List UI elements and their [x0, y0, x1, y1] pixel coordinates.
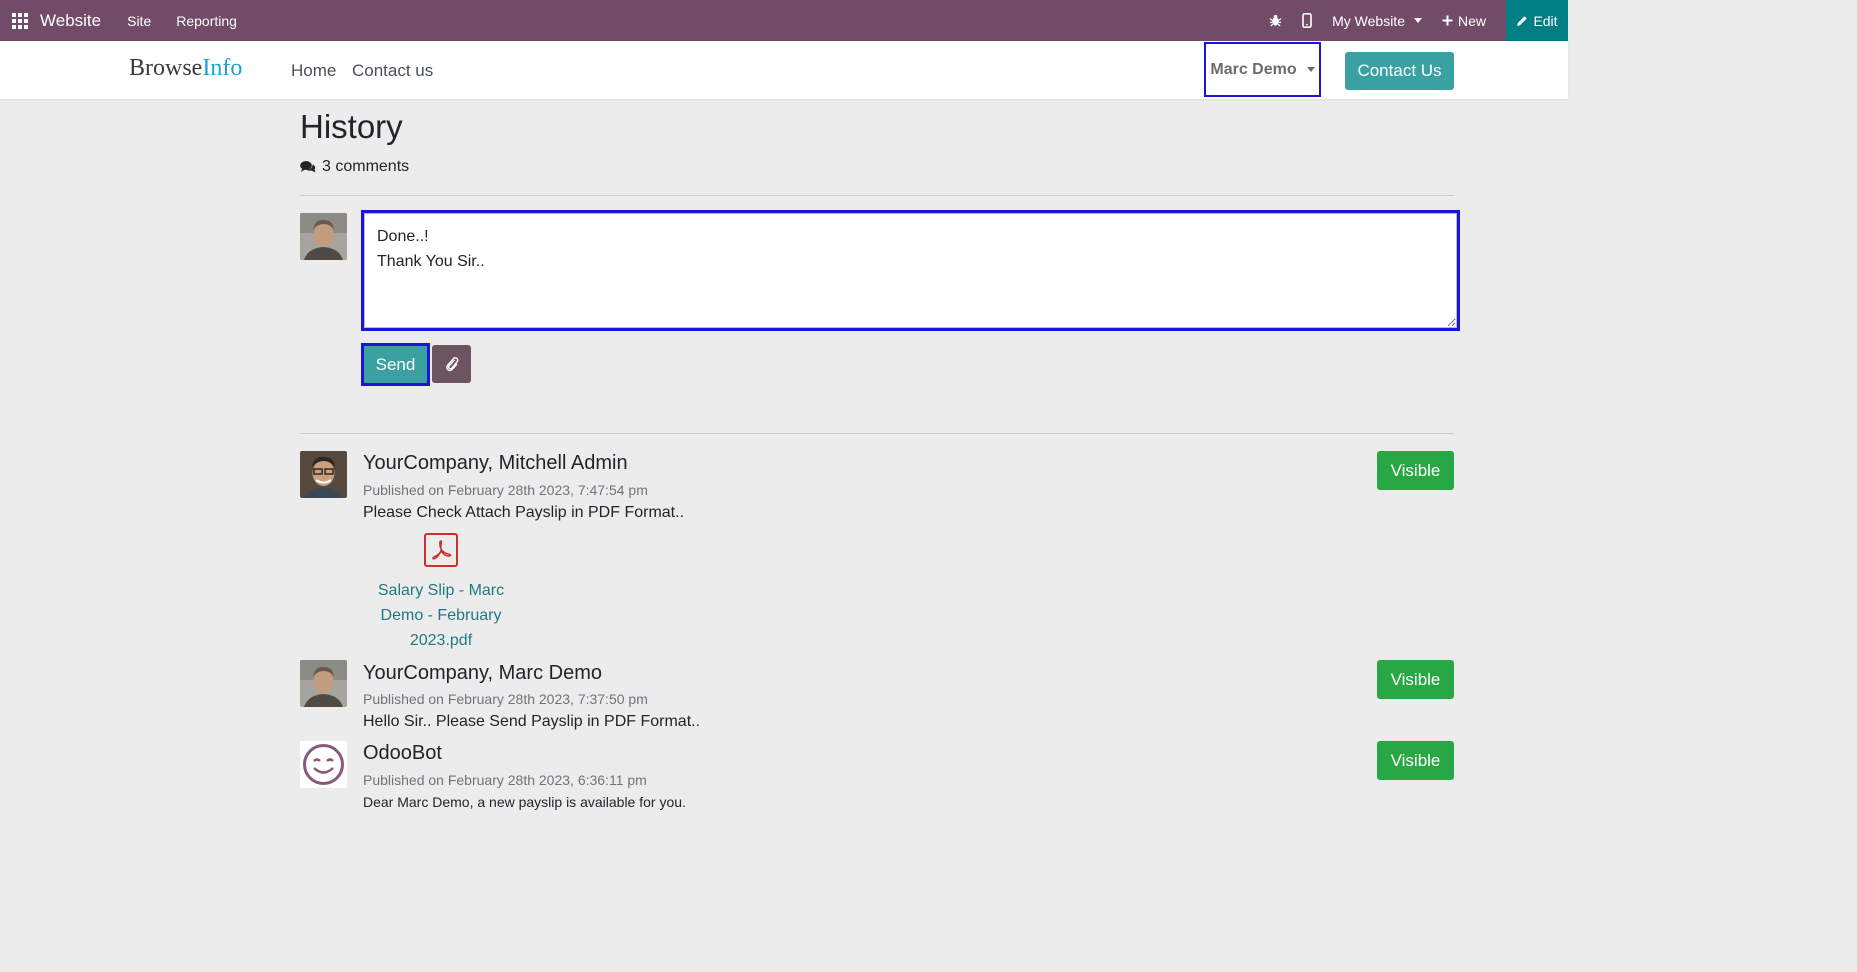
new-button[interactable]: New	[1442, 13, 1486, 29]
app-name[interactable]: Website	[40, 11, 101, 31]
paperclip-icon	[445, 357, 458, 372]
plus-icon	[1442, 15, 1453, 26]
site-logo[interactable]: BrowseInfo	[129, 55, 242, 82]
user-avatar-icon	[300, 660, 347, 707]
message-date: Published on February 28th 2023, 6:36:11…	[363, 772, 647, 788]
message-body: Please Check Attach Payslip in PDF Forma…	[363, 504, 685, 521]
site-header: BrowseInfo Home Contact us Marc Demo Con…	[0, 41, 1568, 99]
logo-text-main: Browse	[129, 55, 203, 81]
pencil-icon	[1517, 15, 1528, 26]
divider	[300, 195, 1454, 196]
visibility-button[interactable]: Visible	[1377, 451, 1454, 490]
avatar	[300, 451, 347, 498]
message-author: OdooBot	[363, 742, 442, 764]
mobile-preview-button[interactable]	[1302, 13, 1312, 28]
avatar	[300, 741, 347, 788]
user-menu-dropdown[interactable]: Marc Demo	[1204, 42, 1321, 97]
apps-menu-button[interactable]	[0, 12, 40, 29]
message-date: Published on February 28th 2023, 7:37:50…	[363, 691, 648, 707]
divider	[300, 433, 1454, 434]
new-label: New	[1457, 12, 1486, 29]
user-name: Marc Demo	[1210, 60, 1297, 78]
logo-text-accent: Info	[202, 55, 243, 81]
message-date: Published on February 28th 2023, 7:47:54…	[363, 482, 648, 498]
comments-icon	[300, 161, 316, 173]
menu-reporting[interactable]: Reporting	[176, 13, 237, 29]
website-selector[interactable]: My Website	[1332, 13, 1422, 29]
menu-site[interactable]: Site	[127, 13, 151, 29]
avatar	[300, 213, 347, 260]
pdf-glyph-icon	[432, 540, 452, 560]
visibility-button[interactable]: Visible	[1377, 660, 1454, 699]
apps-grid-icon	[12, 12, 28, 29]
message-author: YourCompany, Marc Demo	[363, 662, 602, 684]
avatar	[300, 660, 347, 707]
mobile-icon	[1302, 13, 1312, 28]
admin-navbar: Website Site Reporting My Website New Ed…	[0, 0, 1568, 41]
comment-composer: Done..! Thank You Sir..	[361, 210, 1460, 331]
attach-file-button[interactable]	[432, 345, 471, 383]
comments-count: 3 comments	[300, 158, 409, 176]
pdf-icon[interactable]	[424, 533, 458, 567]
message-body: Hello Sir.. Please Send Payslip in PDF F…	[363, 713, 701, 730]
chevron-down-icon	[1306, 67, 1315, 72]
user-avatar-icon	[300, 213, 347, 260]
user-avatar-icon	[300, 451, 347, 498]
message-author: YourCompany, Mitchell Admin	[363, 452, 628, 474]
contact-us-button[interactable]: Contact Us	[1345, 52, 1454, 90]
send-button[interactable]: Send	[361, 343, 430, 386]
attachment-link[interactable]: Salary Slip - Marc Demo - February 2023.…	[368, 578, 514, 653]
website-selector-label: My Website	[1332, 12, 1405, 29]
comment-textarea[interactable]: Done..! Thank You Sir..	[364, 213, 1457, 328]
comments-count-text: 3 comments	[322, 158, 410, 175]
debug-button[interactable]	[1269, 14, 1282, 27]
bug-icon	[1269, 14, 1282, 27]
chevron-down-icon	[1413, 18, 1422, 23]
edit-button[interactable]: Edit	[1506, 0, 1568, 41]
odoobot-avatar-icon	[300, 741, 347, 788]
visibility-button[interactable]: Visible	[1377, 741, 1454, 780]
nav-home[interactable]: Home	[291, 61, 336, 81]
edit-label: Edit	[1533, 12, 1558, 29]
message-body: Dear Marc Demo, a new payslip is availab…	[363, 794, 686, 810]
nav-contact-us[interactable]: Contact us	[352, 61, 433, 81]
page-title: History	[300, 108, 403, 145]
